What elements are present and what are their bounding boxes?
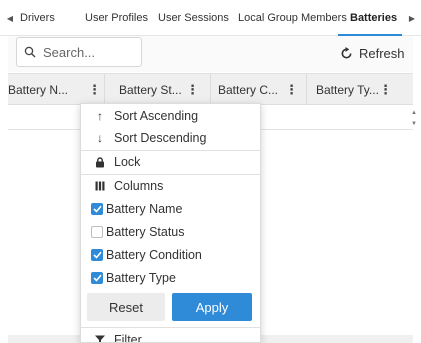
column-menu-icon[interactable]: ⋮: [379, 82, 392, 98]
sort-ascending-item[interactable]: ↑ Sort Ascending: [81, 105, 260, 127]
filter-label: Filter: [114, 333, 142, 343]
column-header-label: Battery N...: [8, 82, 69, 97]
columns-icon: [92, 181, 108, 191]
scroll-up-icon[interactable]: ▲: [411, 110, 417, 116]
checkbox-unchecked-icon[interactable]: [91, 226, 103, 238]
refresh-icon: [340, 46, 353, 60]
search-box: [16, 37, 142, 67]
refresh-button[interactable]: Refresh: [340, 38, 405, 68]
filter-icon: [92, 335, 108, 342]
tab-bar: ◀ Drivers User Profiles User Sessions Lo…: [0, 0, 421, 36]
tab-local-group-members[interactable]: Local Group Members: [238, 0, 347, 36]
tab-drivers[interactable]: Drivers: [20, 0, 55, 36]
column-option-label: Battery Condition: [106, 248, 202, 262]
scroll-down-icon[interactable]: ▼: [411, 121, 417, 127]
sort-descending-item[interactable]: ↓ Sort Descending: [81, 127, 260, 149]
tab-scroll-left-icon[interactable]: ◀: [2, 0, 18, 36]
search-icon: [17, 46, 43, 58]
column-option-label: Battery Type: [106, 271, 176, 285]
tab-user-sessions[interactable]: User Sessions: [158, 0, 229, 36]
lock-label: Lock: [114, 155, 141, 169]
checkbox-checked-icon[interactable]: [91, 203, 103, 215]
search-input[interactable]: [43, 44, 133, 60]
column-option-battery-type[interactable]: Battery Type: [81, 267, 260, 289]
grid-header: Battery N... ⋮ Battery St... ⋮ Battery C…: [8, 73, 413, 105]
arrow-up-icon: ↑: [97, 109, 103, 123]
column-option-label: Battery Status: [106, 225, 185, 239]
tab-scroll-right-icon[interactable]: ▶: [404, 0, 420, 36]
toolbar: Refresh: [8, 36, 413, 72]
apply-button[interactable]: Apply: [172, 293, 252, 321]
column-menu-popup: ↑ Sort Ascending ↓ Sort Descending Lock …: [80, 103, 261, 343]
columns-item[interactable]: Columns: [81, 175, 260, 197]
lock-item[interactable]: Lock: [81, 151, 260, 173]
menu-divider: [81, 327, 260, 328]
column-menu-icon[interactable]: ⋮: [186, 82, 199, 98]
column-option-battery-status[interactable]: Battery Status: [81, 221, 260, 243]
tab-user-profiles[interactable]: User Profiles: [85, 0, 148, 36]
tab-batteries[interactable]: Batteries: [350, 0, 397, 36]
lock-icon: [92, 156, 108, 168]
column-option-label: Battery Name: [106, 202, 183, 216]
sort-ascending-label: Sort Ascending: [114, 109, 199, 123]
column-option-battery-condition[interactable]: Battery Condition: [81, 244, 260, 266]
sort-descending-label: Sort Descending: [114, 131, 207, 145]
checkbox-checked-icon[interactable]: [91, 249, 103, 261]
reset-button[interactable]: Reset: [87, 293, 165, 321]
column-header-battery-type[interactable]: Battery Ty...: [307, 74, 413, 105]
column-header-label: Battery C...: [218, 82, 279, 97]
filter-item[interactable]: Filter: [81, 329, 260, 343]
refresh-label: Refresh: [359, 45, 405, 61]
column-menu-icon[interactable]: ⋮: [88, 82, 101, 98]
arrow-down-icon: ↓: [97, 131, 103, 145]
column-option-battery-name[interactable]: Battery Name: [81, 198, 260, 220]
columns-label: Columns: [114, 179, 164, 193]
column-menu-icon[interactable]: ⋮: [285, 82, 298, 98]
column-header-label: Battery St...: [119, 82, 182, 97]
checkbox-checked-icon[interactable]: [91, 272, 103, 284]
column-header-label: Battery Ty...: [316, 82, 379, 97]
